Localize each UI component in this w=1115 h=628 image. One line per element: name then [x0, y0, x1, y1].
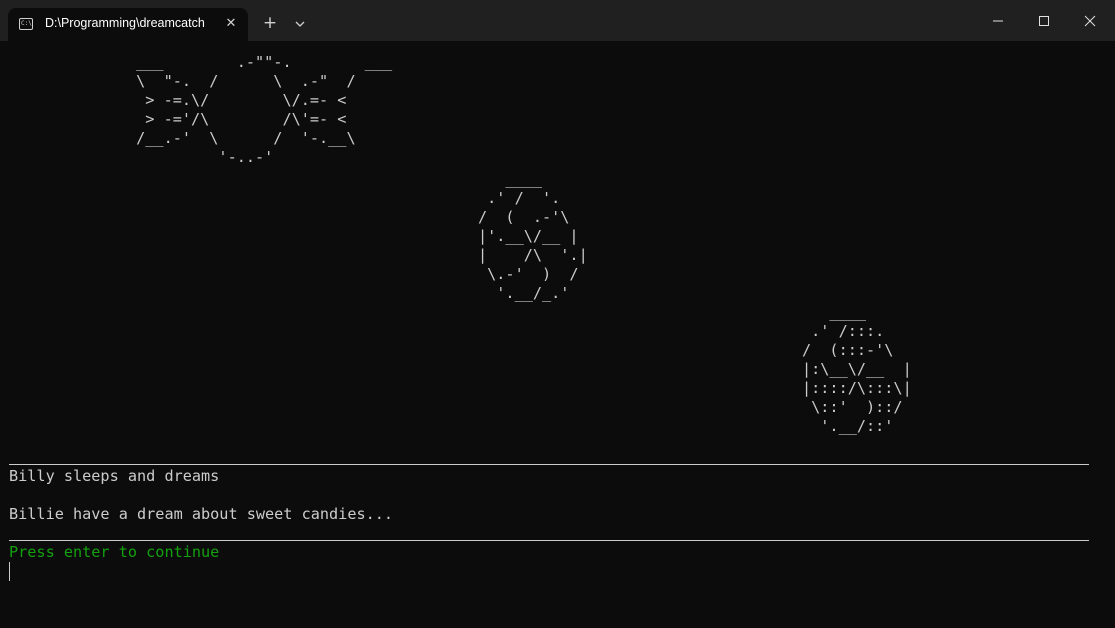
title-line: Billy sleeps and dreams — [9, 467, 220, 485]
shaded-ball-ascii-art: ____ .' /:::. / (:::-'\ |:\__\/__ | |:::… — [802, 303, 912, 435]
dream-line: Billie have a dream about sweet candies.… — [9, 505, 394, 523]
separator-top — [9, 464, 1089, 465]
ball-ascii-art: ____ .' / '. / ( .-'\ |'.__\/__ | | /\ '… — [478, 170, 588, 302]
minimize-icon[interactable] — [975, 0, 1021, 41]
tab-title: D:\Programming\dreamcatch — [45, 16, 205, 30]
terminal-output[interactable]: ___ .-""-. ___ \ "-. / \ .-" / > -=.\/ \… — [0, 41, 1115, 628]
continue-prompt: Press enter to continue — [9, 543, 220, 561]
tab-dreamcatch[interactable]: C:\ D:\Programming\dreamcatch ✕ — [8, 8, 248, 41]
text-cursor — [9, 562, 10, 581]
plus-icon[interactable]: + — [260, 12, 280, 34]
terminal-window: C:\ D:\Programming\dreamcatch ✕ + ___ .-… — [0, 0, 1115, 628]
maximize-icon[interactable] — [1021, 0, 1067, 41]
title-bar: C:\ D:\Programming\dreamcatch ✕ + — [0, 0, 1115, 41]
terminal-icon: C:\ — [19, 18, 33, 30]
candy-ascii-art: ___ .-""-. ___ \ "-. / \ .-" / > -=.\/ \… — [136, 53, 393, 166]
separator-bottom — [9, 540, 1089, 541]
window-close-icon[interactable] — [1067, 0, 1113, 41]
chevron-down-icon[interactable] — [291, 14, 309, 34]
close-icon[interactable]: ✕ — [221, 14, 241, 34]
